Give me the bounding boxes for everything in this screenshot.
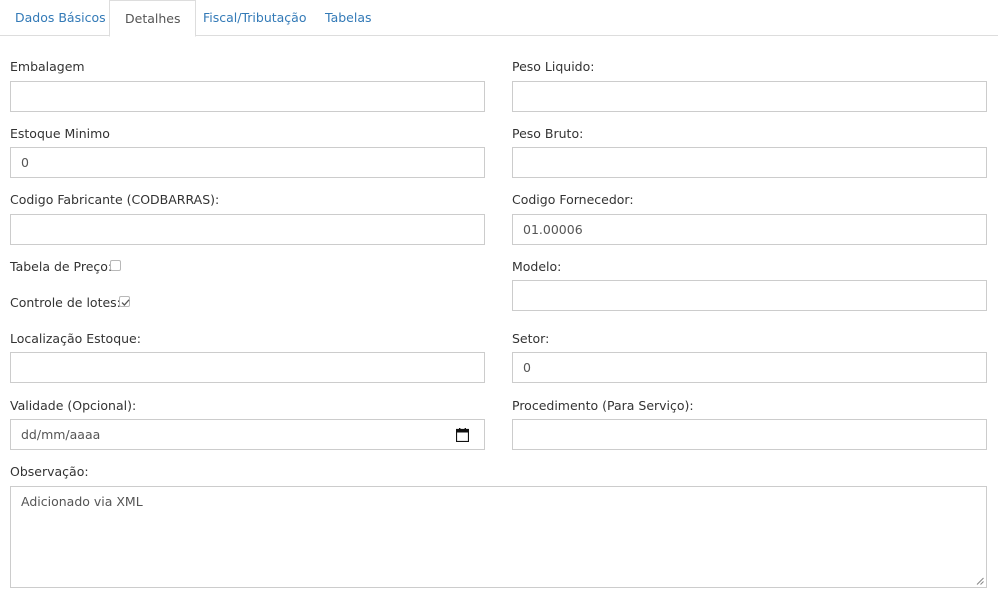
codigo-fornecedor-input[interactable]: 01.00006: [512, 214, 987, 245]
modelo-label: Modelo:: [512, 259, 562, 274]
check-icon: [121, 299, 130, 306]
embalagem-input[interactable]: [10, 81, 485, 112]
observacao-textarea[interactable]: Adicionado via XML: [10, 486, 987, 588]
localizacao-estoque-label: Localização Estoque:: [10, 331, 141, 346]
peso-bruto-label: Peso Bruto:: [512, 126, 584, 141]
procedimento-label: Procedimento (Para Serviço):: [512, 398, 694, 413]
codigo-fabricante-input[interactable]: [10, 214, 485, 245]
tab-tabelas[interactable]: Tabelas: [310, 0, 387, 36]
localizacao-estoque-input[interactable]: [10, 352, 485, 383]
tab-detalhes[interactable]: Detalhes: [109, 0, 197, 37]
codigo-fornecedor-label: Codigo Fornecedor:: [512, 192, 634, 207]
resize-grip-icon[interactable]: [976, 577, 984, 585]
tab-fiscal-tributacao[interactable]: Fiscal/Tributação: [188, 0, 322, 36]
tab-dados-basicos[interactable]: Dados Básicos: [0, 0, 121, 36]
embalagem-label: Embalagem: [10, 59, 85, 74]
tab-bar: Dados Básicos Detalhes Fiscal/Tributação…: [0, 0, 998, 37]
observacao-label: Observação:: [10, 464, 89, 479]
peso-bruto-input[interactable]: [512, 147, 987, 178]
tabela-preco-label: Tabela de Preço:: [10, 259, 113, 274]
peso-liquido-input[interactable]: [512, 81, 987, 112]
setor-input[interactable]: 0: [512, 352, 987, 383]
controle-lotes-checkbox[interactable]: [119, 296, 130, 307]
peso-liquido-label: Peso Liquido:: [512, 59, 595, 74]
modelo-input[interactable]: [512, 280, 987, 311]
validade-label: Validade (Opcional):: [10, 398, 137, 413]
procedimento-input[interactable]: [512, 419, 987, 450]
setor-label: Setor:: [512, 331, 550, 346]
validade-date-input[interactable]: dd/mm/aaaa: [10, 419, 485, 450]
estoque-minimo-label: Estoque Minimo: [10, 126, 110, 141]
tabela-preco-checkbox[interactable]: [110, 260, 121, 271]
estoque-minimo-input[interactable]: 0: [10, 147, 485, 178]
calendar-icon[interactable]: [456, 428, 469, 442]
controle-lotes-label: Controle de lotes:: [10, 295, 121, 310]
observacao-text: Adicionado via XML: [21, 494, 143, 509]
validade-placeholder: dd/mm/aaaa: [21, 427, 101, 442]
codigo-fabricante-label: Codigo Fabricante (CODBARRAS):: [10, 192, 220, 207]
